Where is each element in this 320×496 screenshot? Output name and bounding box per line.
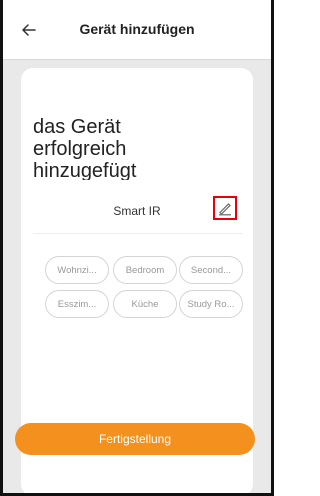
room-chip-study[interactable]: Study Ro... [179, 290, 243, 318]
pencil-icon [219, 203, 231, 216]
device-name: Smart IR [113, 204, 161, 218]
top-bar: Gerät hinzufügen [3, 0, 271, 60]
back-button[interactable] [17, 18, 41, 42]
room-chip-kueche[interactable]: Küche [113, 290, 177, 318]
divider [33, 233, 243, 234]
room-chip-esszimmer[interactable]: Esszim... [45, 290, 109, 318]
arrow-left-icon [22, 24, 36, 36]
room-chip-second[interactable]: Second... [179, 256, 243, 284]
room-chip-wohnzimmer[interactable]: Wohnzi... [45, 256, 109, 284]
device-name-row: Smart IR [33, 195, 241, 227]
finish-button[interactable]: Fertigstellung [15, 423, 255, 455]
page-title: Gerät hinzufügen [79, 21, 195, 37]
success-message: das Gerät erfolgreich hinzugefügt [33, 116, 137, 180]
edit-name-button[interactable] [213, 196, 237, 220]
room-chip-bedroom[interactable]: Bedroom [113, 256, 177, 284]
app-frame: Gerät hinzufügen das Gerät erfolgreich h… [0, 0, 274, 496]
